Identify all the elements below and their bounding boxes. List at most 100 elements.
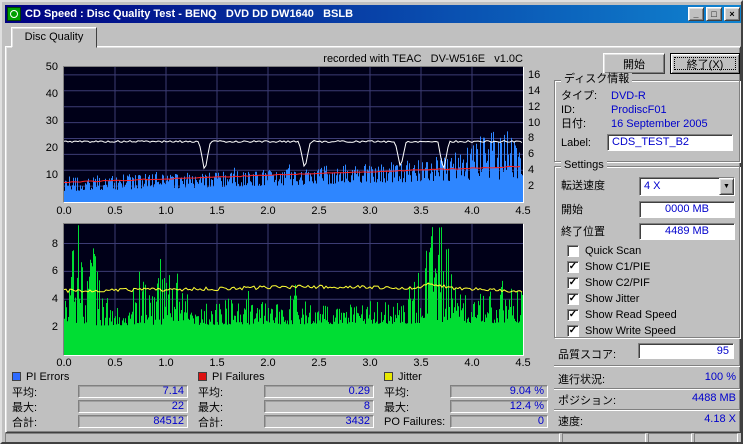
- settings-group-title: Settings: [561, 159, 607, 172]
- axis-tick-label: 2.0: [260, 357, 276, 369]
- tab-label: Disc Quality: [24, 31, 84, 43]
- bottom-chart-x-axis: 0.0 0.5 1.0 1.5 2.0 2.5 3.0 3.5 4.0 4.5: [56, 357, 530, 369]
- speed-combobox[interactable]: 4 X ▼: [639, 177, 735, 196]
- axis-tick-label: 4: [51, 293, 58, 305]
- show-c2-pif-checkbox[interactable]: ✓: [567, 277, 579, 289]
- axis-tick-label: 12: [528, 101, 541, 113]
- quality-score-label: 品質スコア:: [558, 349, 617, 361]
- axis-tick-label: 2.5: [311, 357, 327, 369]
- check-icon: ✓: [568, 293, 578, 304]
- pi-errors-chart: [64, 67, 523, 202]
- speed-combobox-value: 4 X: [644, 180, 661, 192]
- disc-label-field: CDS_TEST_B2: [607, 134, 733, 151]
- top-chart-right-axis: 16 14 12 10 8 6 4 2: [526, 67, 548, 202]
- checkbox-row-show-c1-pie[interactable]: ✓ Show C1/PIE: [567, 260, 650, 274]
- axis-tick-label: 1.5: [209, 205, 225, 217]
- stat-label: 合計:: [12, 416, 38, 429]
- checkbox-row-show-write-speed[interactable]: ✓ Show Write Speed: [567, 324, 676, 338]
- start-button[interactable]: 開始: [603, 53, 665, 74]
- axis-tick-label: 16: [528, 69, 541, 81]
- stats-pi-errors: PI Errors 平均: 7.14 最大: 22 合計: 84512: [12, 370, 188, 429]
- stat-value-box: 0.29: [264, 385, 374, 398]
- combobox-arrow-button[interactable]: ▼: [719, 178, 734, 195]
- recorded-note: recorded with TEAC DV-W516E v1.0C: [323, 53, 523, 65]
- checkbox-label: Show Read Speed: [585, 309, 677, 321]
- disc-id-label: ID:: [561, 104, 576, 116]
- stat-label: 最大:: [384, 401, 410, 414]
- chevron-down-icon: ▼: [723, 183, 730, 190]
- disc-label-label: Label:: [561, 137, 591, 149]
- axis-tick-label: 3.5: [413, 205, 429, 217]
- start-position-label: 開始: [561, 204, 583, 216]
- stat-label: 平均:: [198, 386, 224, 399]
- checkbox-label: Show Jitter: [585, 293, 640, 305]
- statusbar-segment: [5, 433, 560, 442]
- speed-label: 転送速度: [561, 180, 605, 192]
- progress-value: 100 %: [704, 371, 736, 383]
- app-icon[interactable]: [7, 7, 21, 21]
- exit-button[interactable]: 終了(X): [670, 53, 740, 74]
- axis-tick-label: 30: [45, 115, 58, 127]
- stat-label: 平均:: [12, 386, 38, 399]
- title-bar[interactable]: CD Speed : Disc Quality Test - BENQ DVD …: [5, 5, 741, 23]
- axis-tick-label: 10: [45, 169, 58, 181]
- speed-row: 速度: 4.18 X: [558, 413, 736, 428]
- stat-label: 合計:: [198, 416, 224, 429]
- end-position-field[interactable]: 4489 MB: [639, 223, 735, 240]
- axis-tick-label: 8: [51, 238, 58, 250]
- stat-label: PO Failures:: [384, 415, 446, 428]
- stat-value-box: 22: [78, 400, 188, 413]
- stat-value-box: 0: [450, 415, 548, 428]
- stats-group-title: PI Errors: [26, 370, 70, 383]
- show-c1-pie-checkbox[interactable]: ✓: [567, 261, 579, 273]
- axis-tick-label: 6: [528, 148, 535, 160]
- maximize-button[interactable]: □: [706, 7, 722, 21]
- app-window: CD Speed : Disc Quality Test - BENQ DVD …: [0, 0, 743, 444]
- axis-tick-label: 2: [528, 180, 535, 192]
- statusbar-segment: [562, 433, 646, 442]
- checkbox-row-show-c2-pif[interactable]: ✓ Show C2/PIF: [567, 276, 650, 290]
- checkbox-row-quick-scan[interactable]: ✓ Quick Scan: [567, 244, 641, 258]
- quick-scan-checkbox[interactable]: ✓: [567, 245, 579, 257]
- progress-row: 進行状況: 100 %: [558, 371, 736, 386]
- stats-group-title: Jitter: [398, 370, 422, 383]
- axis-tick-label: 0.0: [56, 357, 72, 369]
- checkbox-row-show-read-speed[interactable]: ✓ Show Read Speed: [567, 308, 677, 322]
- axis-tick-label: 20: [45, 142, 58, 154]
- stat-value-box: 84512: [78, 415, 188, 428]
- stat-label: 最大:: [198, 401, 224, 414]
- close-button[interactable]: ×: [724, 7, 740, 21]
- checkbox-label: Show C2/PIF: [585, 277, 650, 289]
- axis-tick-label: 4.5: [515, 357, 531, 369]
- axis-tick-label: 6: [51, 265, 58, 277]
- axis-tick-label: 2: [51, 321, 58, 333]
- axis-tick-label: 0.5: [107, 357, 123, 369]
- close-icon: ×: [729, 9, 735, 19]
- pi-failures-color-swatch: [198, 372, 207, 381]
- separator: [554, 409, 740, 411]
- check-icon: ✓: [568, 277, 578, 288]
- disc-info-group: ディスク情報 タイプ: DVD-R ID: ProdiscF01 日付: 16 …: [554, 73, 740, 162]
- minimize-icon: _: [693, 9, 699, 19]
- stat-label: 最大:: [12, 401, 38, 414]
- checkbox-row-show-jitter[interactable]: ✓ Show Jitter: [567, 292, 639, 306]
- disc-type-value: DVD-R: [611, 90, 646, 102]
- axis-tick-label: 4.0: [464, 205, 480, 217]
- quality-score-box: 95: [638, 343, 734, 359]
- tab-disc-quality[interactable]: Disc Quality: [11, 27, 97, 48]
- progress-label: 進行状況:: [558, 374, 606, 386]
- show-jitter-checkbox[interactable]: ✓: [567, 293, 579, 305]
- axis-tick-label: 40: [45, 88, 58, 100]
- start-position-field[interactable]: 0000 MB: [639, 201, 735, 218]
- stats-pi-failures: PI Failures 平均: 0.29 最大: 8 合計: 3432: [198, 370, 374, 429]
- show-read-speed-checkbox[interactable]: ✓: [567, 309, 579, 321]
- axis-tick-label: 0.5: [107, 205, 123, 217]
- stat-value-box: 9.04 %: [450, 385, 548, 398]
- settings-group: Settings 転送速度 4 X ▼ 開始 0000 MB 終了位置 4489…: [554, 159, 740, 338]
- statusbar-segment: [694, 433, 738, 442]
- show-write-speed-checkbox[interactable]: ✓: [567, 325, 579, 337]
- minimize-button[interactable]: _: [688, 7, 704, 21]
- axis-tick-label: 3.5: [413, 357, 429, 369]
- axis-tick-label: 1.0: [158, 357, 174, 369]
- separator: [554, 365, 740, 367]
